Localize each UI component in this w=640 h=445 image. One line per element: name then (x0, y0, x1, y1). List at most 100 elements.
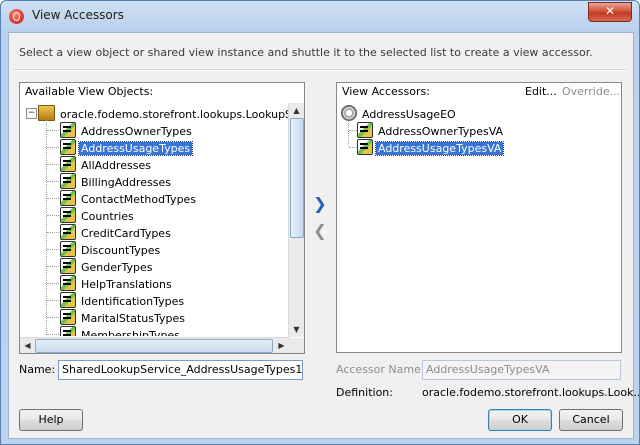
tree-item-label: BillingAddresses (81, 176, 172, 189)
tree-root-label: oracle.fodemo.storefront.lookups.LookupS… (60, 108, 288, 121)
tree-branch-line (47, 164, 59, 165)
view-object-icon (60, 156, 76, 172)
definition-label: Definition: (336, 386, 393, 399)
hscroll-thumb[interactable] (35, 339, 273, 353)
package-icon (38, 105, 55, 121)
accessors-header: View Accessors: Edit... Override... (337, 83, 621, 101)
tree-branch-line (47, 283, 59, 284)
tree-item-label: MaritalStatusTypes (81, 312, 185, 325)
available-view-objects-panel: Available View Objects: − oracle.fodemo.s… (19, 82, 305, 354)
view-object-icon (60, 173, 76, 189)
view-accessors-panel: View Accessors: Edit... Override... Addr… (336, 82, 622, 353)
view-object-icon (60, 139, 76, 155)
title-bar[interactable]: View Accessors ✕ (1, 1, 639, 31)
tree-branch-line (47, 317, 59, 318)
accessor-name-input[interactable]: AddressUsageTypesVA (422, 360, 621, 380)
close-button[interactable]: ✕ (588, 2, 632, 22)
tree-item-label: AddressOwnerTypes (81, 125, 192, 138)
accessor-item-label: AddressOwnerTypesVA (378, 125, 504, 138)
dialog-window: View Accessors ✕ Select a view object or… (0, 0, 640, 445)
instruction-text: Select a view object or shared view inst… (19, 46, 593, 59)
accessor-name-label: Accessor Name: (336, 363, 425, 376)
tree-branch-line (47, 232, 59, 233)
tree-item[interactable]: AddressOwnerTypes (60, 122, 194, 138)
window-title: View Accessors (32, 8, 124, 22)
tree-item[interactable]: BillingAddresses (60, 173, 173, 189)
shuttle-remove-button[interactable]: ❮ (313, 221, 327, 240)
scroll-up-arrow-icon[interactable]: ▲ (289, 103, 304, 118)
app-logo-icon (9, 9, 24, 24)
scroll-left-arrow-icon[interactable]: ◀ (20, 338, 35, 353)
tree-item[interactable]: IdentificationTypes (60, 292, 186, 308)
view-object-icon (60, 275, 76, 291)
horizontal-scrollbar[interactable]: ◀ ▶ (20, 337, 289, 353)
tree-item-label: GenderTypes (81, 261, 153, 274)
tree-item-label: MembershipTypes (81, 329, 180, 336)
tree-item[interactable]: CreditCardTypes (60, 224, 173, 240)
definition-value: oracle.fodemo.storefront.lookups.Look... (422, 386, 640, 399)
tree-branch-line (47, 249, 59, 250)
tree-branch-line (47, 300, 59, 301)
view-object-icon (60, 309, 76, 325)
tree-item[interactable]: GenderTypes (60, 258, 155, 274)
accessor-root-entity[interactable]: AddressUsageEO (341, 105, 458, 121)
tree-item-label: IdentificationTypes (81, 295, 185, 308)
tree-item-label: Countries (81, 210, 134, 223)
tree-item[interactable]: MaritalStatusTypes (60, 309, 187, 325)
view-object-icon (60, 326, 76, 336)
tree-branch-line (47, 266, 59, 267)
accessor-root-label: AddressUsageEO (362, 108, 456, 121)
divider (14, 69, 626, 71)
tree-item[interactable]: MembershipTypes (60, 326, 182, 336)
tree-branch-line (47, 147, 59, 148)
scroll-right-arrow-icon[interactable]: ▶ (274, 338, 289, 353)
ok-button[interactable]: OK (488, 409, 552, 431)
view-object-icon (60, 258, 76, 274)
tree-item-label: DiscountTypes (81, 244, 161, 257)
tree-branch-line (47, 334, 59, 335)
entity-object-icon (341, 105, 357, 121)
view-accessor-icon (357, 139, 373, 155)
tree-branch-line (47, 181, 59, 182)
tree-item[interactable]: AllAddresses (60, 156, 153, 172)
tree-item[interactable]: Countries (60, 207, 136, 223)
tree-branch-line (47, 215, 59, 216)
scroll-down-arrow-icon[interactable]: ▼ (289, 322, 304, 337)
accessor-item[interactable]: AddressUsageTypesVA (357, 139, 505, 156)
cancel-button[interactable]: Cancel (559, 409, 623, 431)
name-label: Name: (19, 363, 56, 376)
view-object-icon (60, 207, 76, 223)
view-accessor-icon (357, 122, 373, 138)
override-link[interactable]: Override... (562, 83, 620, 101)
scroll-thumb[interactable] (290, 118, 304, 238)
accessor-item[interactable]: AddressOwnerTypesVA (357, 122, 505, 138)
dialog-content: Select a view object or shared view inst… (8, 32, 639, 439)
tree-item-label: CreditCardTypes (81, 227, 171, 240)
view-object-icon (60, 122, 76, 138)
vertical-scrollbar[interactable]: ▲ ▼ (288, 103, 304, 337)
help-button[interactable]: Help (19, 409, 83, 431)
collapse-toggle-icon[interactable]: − (26, 108, 37, 119)
name-input[interactable]: SharedLookupService_AddressUsageTypes1 (58, 360, 303, 380)
tree-item-label: AllAddresses (81, 159, 151, 172)
tree-item[interactable]: DiscountTypes (60, 241, 162, 257)
scroll-corner (289, 338, 304, 353)
tree-item[interactable]: ContactMethodTypes (60, 190, 198, 206)
tree-root-package[interactable]: oracle.fodemo.storefront.lookups.LookupS… (38, 105, 288, 121)
shuttle-add-button[interactable]: ❯ (313, 194, 327, 213)
accessor-item-label: AddressUsageTypesVA (374, 141, 505, 156)
tree-item[interactable]: HelpTranslations (60, 275, 174, 291)
tree-branch-line (47, 130, 59, 131)
tree-item-label: ContactMethodTypes (81, 193, 197, 206)
tree-guide-line (348, 120, 349, 146)
tree-item[interactable]: AddressUsageTypes (60, 139, 194, 156)
edit-link[interactable]: Edit... (525, 83, 557, 101)
view-object-icon (60, 292, 76, 308)
view-object-icon (60, 241, 76, 257)
available-tree: − oracle.fodemo.storefront.lookups.Lookup… (20, 83, 288, 336)
tree-item-label: AddressUsageTypes (77, 141, 194, 156)
view-object-icon (60, 190, 76, 206)
tree-guide-line (46, 120, 47, 336)
tree-item-label: HelpTranslations (81, 278, 172, 291)
view-object-icon (60, 224, 76, 240)
